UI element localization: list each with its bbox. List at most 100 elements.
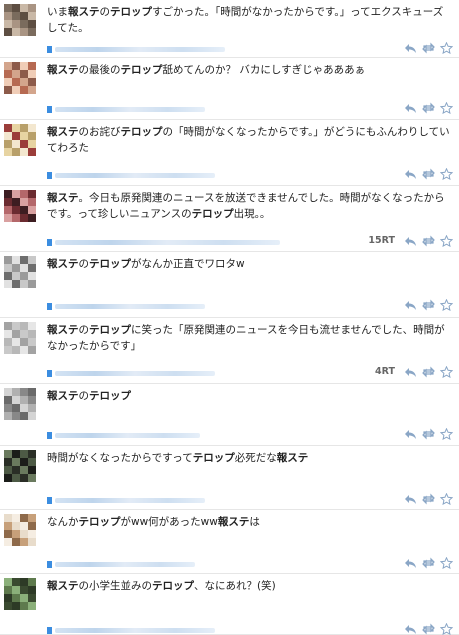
highlighted-keyword: テロップ [89, 258, 131, 270]
tweet-text: 報ステのお詫びテロップの「時間がなくなったからです。」がどうにもふんわりしていて… [47, 124, 451, 156]
blurred-username-timestamp [55, 561, 195, 567]
favorite-star-icon[interactable] [440, 102, 453, 114]
text-fragment: がなんか正直でワロタw [131, 258, 245, 270]
tweet-meta-blurred [47, 626, 215, 634]
favorite-star-icon[interactable] [440, 168, 453, 180]
tweet-actions [404, 102, 453, 114]
reply-icon[interactable] [404, 623, 417, 635]
avatar[interactable] [4, 514, 36, 546]
favorite-star-icon[interactable] [440, 493, 453, 505]
source-icon [47, 302, 52, 310]
tweet-text: 報ステのテロップに笑った「原発関連のニュースを今日も流せませんでした、時間がなか… [47, 322, 451, 354]
tweet-actions [404, 299, 453, 311]
reply-icon[interactable] [404, 299, 417, 311]
tweet-actions [404, 493, 453, 505]
tweet-meta-blurred [47, 238, 280, 246]
tweet-text: 報ステ。今日も原発関連のニュースを放送できませんでした。時間がなくなったからです… [47, 190, 451, 222]
highlighted-keyword: 報ステ [47, 64, 79, 76]
text-fragment: のお詫び [78, 126, 121, 138]
reply-icon[interactable] [404, 235, 417, 247]
retweet-icon[interactable] [422, 102, 435, 114]
tweet-meta-blurred [47, 45, 225, 53]
reply-icon[interactable] [404, 428, 417, 440]
reply-icon[interactable] [404, 102, 417, 114]
retweet-icon[interactable] [422, 557, 435, 569]
text-fragment: の [78, 390, 90, 402]
source-icon [47, 626, 52, 634]
highlighted-keyword: テロップ [192, 452, 235, 464]
retweet-icon[interactable] [422, 299, 435, 311]
retweet-icon[interactable] [422, 366, 435, 378]
tweet-item: なんかテロップがww何があったww報ステは [0, 510, 459, 574]
retweet-icon[interactable] [422, 235, 435, 247]
source-icon [47, 560, 52, 568]
reply-icon[interactable] [404, 366, 417, 378]
text-fragment: の [78, 258, 90, 270]
tweet-text: 報ステのテロップがなんか正直でワロタw [47, 256, 451, 272]
favorite-star-icon[interactable] [440, 299, 453, 311]
tweet-item: 報ステのテロップがなんか正直でワロタw [0, 252, 459, 318]
tweet-meta-blurred [47, 171, 215, 179]
highlighted-keyword: テロップ [110, 6, 152, 18]
highlighted-keyword: 報ステ [217, 516, 250, 528]
favorite-star-icon[interactable] [440, 623, 453, 635]
tweet-meta-blurred [47, 496, 205, 504]
favorite-star-icon[interactable] [440, 366, 453, 378]
text-fragment: なんか [47, 516, 79, 528]
favorite-star-icon[interactable] [440, 557, 453, 569]
blurred-username-timestamp [55, 172, 215, 178]
tweet-item: 報ステの小学生並みのテロップ、なにあれ？(笑) [0, 574, 459, 635]
reply-icon[interactable] [404, 42, 417, 54]
tweet-actions [404, 42, 453, 54]
avatar[interactable] [4, 388, 36, 420]
blurred-username-timestamp [55, 432, 200, 438]
tweet-meta-blurred [47, 369, 215, 377]
blurred-username-timestamp [55, 106, 205, 112]
tweet-meta-blurred [47, 431, 200, 439]
reply-icon[interactable] [404, 493, 417, 505]
reply-icon[interactable] [404, 557, 417, 569]
text-fragment: は [249, 516, 260, 528]
blurred-username-timestamp [55, 303, 205, 309]
text-fragment: いま [47, 6, 68, 18]
reply-icon[interactable] [404, 168, 417, 180]
avatar[interactable] [4, 450, 36, 482]
highlighted-keyword: テロップ [89, 324, 131, 336]
tweet-text: なんかテロップがww何があったww報ステは [47, 514, 451, 530]
avatar[interactable] [4, 322, 36, 354]
avatar[interactable] [4, 62, 36, 94]
highlighted-keyword: 報ステ [68, 6, 100, 18]
highlighted-keyword: テロップ [89, 390, 131, 402]
source-icon [47, 238, 52, 246]
retweet-icon[interactable] [422, 42, 435, 54]
highlighted-keyword: テロップ [120, 64, 163, 76]
highlighted-keyword: テロップ [120, 126, 163, 138]
avatar[interactable] [4, 578, 36, 610]
retweet-icon[interactable] [422, 493, 435, 505]
tweet-item: 報ステの最後のテロップ舐めてんのか？ バカにしすぎじゃあああぁ [0, 58, 459, 120]
tweet-meta-blurred [47, 560, 195, 568]
text-fragment: 必死だな [234, 452, 277, 464]
text-fragment: の [78, 324, 90, 336]
tweet-actions [404, 235, 453, 247]
retweet-icon[interactable] [422, 428, 435, 440]
avatar[interactable] [4, 4, 36, 36]
tweet-timeline: いま報ステのテロップすごかった。「時間がなかったからです。」ってエクスキューズし… [0, 0, 459, 635]
tweet-item: 時間がなくなったからですってテロップ必死だな報ステ [0, 446, 459, 510]
source-icon [47, 171, 52, 179]
favorite-star-icon[interactable] [440, 42, 453, 54]
text-fragment: の小学生並みの [78, 580, 153, 592]
favorite-star-icon[interactable] [440, 235, 453, 247]
avatar[interactable] [4, 124, 36, 156]
retweet-icon[interactable] [422, 623, 435, 635]
avatar[interactable] [4, 190, 36, 222]
source-icon [47, 369, 52, 377]
text-fragment: 時間がなくなったからですって [47, 452, 193, 464]
blurred-username-timestamp [55, 239, 280, 245]
avatar[interactable] [4, 256, 36, 288]
text-fragment: 出現。。 [233, 208, 271, 220]
tweet-actions [404, 623, 453, 635]
highlighted-keyword: 報ステ [47, 192, 79, 204]
favorite-star-icon[interactable] [440, 428, 453, 440]
retweet-icon[interactable] [422, 168, 435, 180]
